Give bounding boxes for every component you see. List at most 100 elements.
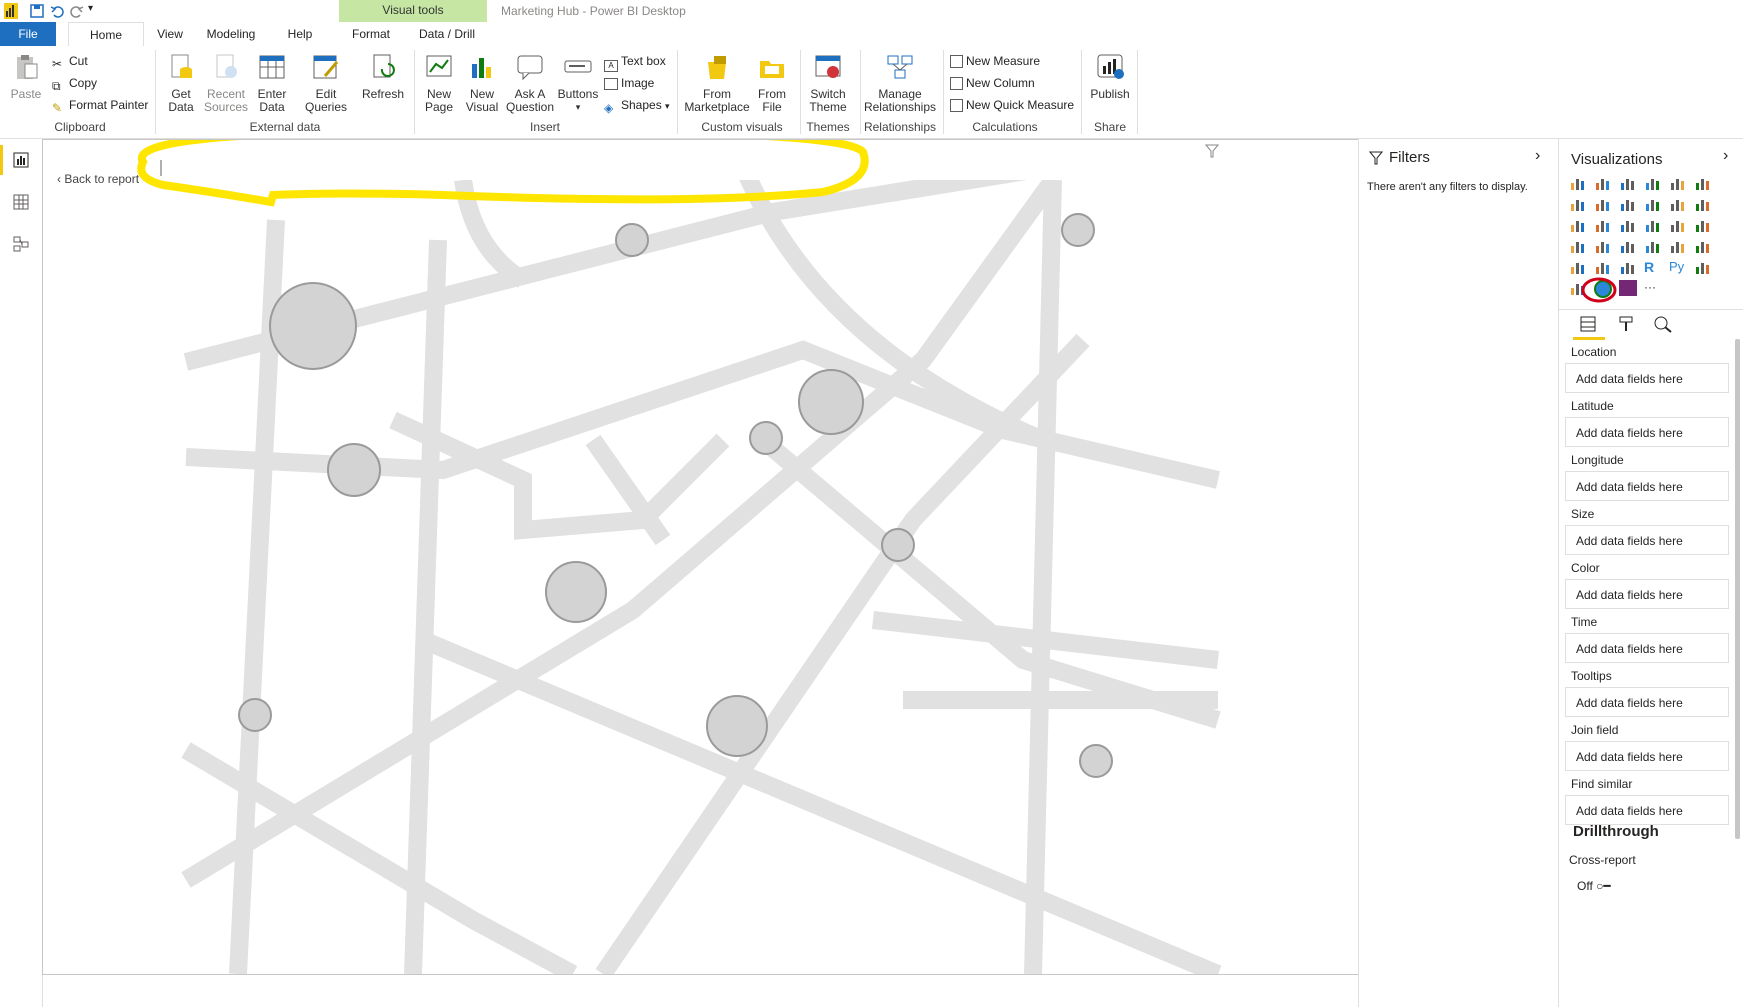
switch-theme-button[interactable]: Switch Theme [804,52,852,114]
matrix-icon[interactable] [1619,259,1637,275]
stacked-area-chart-icon[interactable] [1619,196,1637,212]
collapse-visualizations-icon[interactable]: › [1723,147,1728,165]
enter-data-button[interactable]: Enter Data [252,52,292,114]
new-page-button[interactable]: New Page [418,52,460,114]
buttons-button[interactable]: Buttons ▾ [556,52,600,114]
clustered-column-chart-icon[interactable] [1644,175,1662,191]
edit-label-2: Queries [304,100,348,114]
key-influencers-icon[interactable] [1694,259,1712,275]
refresh-label: Refresh [361,87,405,101]
new-column-label: New Column [966,76,1035,90]
paste-button[interactable]: Paste [6,52,46,101]
cut-button[interactable]: ✂ Cut [52,54,88,71]
tab-home[interactable]: Home [68,22,144,48]
redo-icon[interactable] [70,4,84,18]
tab-file[interactable]: File [0,22,56,46]
filter-funnel-icon[interactable] [1205,144,1219,158]
tab-modeling[interactable]: Modeling [195,22,267,46]
refresh-button[interactable]: Refresh [360,52,406,101]
field-drop-zone[interactable]: Add data fields here [1565,579,1729,609]
map-bubble [1079,744,1113,778]
field-drop-zone[interactable]: Add data fields here [1565,687,1729,717]
quick-access-dropdown-icon[interactable]: ▾ [88,3,93,14]
cross-report-toggle[interactable]: Off ○━ [1577,879,1611,893]
r-visual-icon[interactable]: R [1644,259,1662,275]
100-column-chart-icon[interactable] [1694,175,1712,191]
tab-format[interactable]: Format [339,22,403,46]
map-placeholder[interactable] [43,140,1358,974]
pie-chart-icon[interactable] [1644,217,1662,233]
pane-scrollbar[interactable] [1735,339,1740,839]
back-to-report-button[interactable]: ‹ Back to report [57,172,139,186]
undo-icon[interactable] [50,4,64,18]
field-drop-zone[interactable]: Add data fields here [1565,633,1729,663]
line-column-chart-icon[interactable] [1644,196,1662,212]
new-measure-button[interactable]: New Measure [950,54,1040,68]
copy-label: Copy [69,76,98,90]
from-file-button[interactable]: From File [752,52,792,114]
collapse-filters-icon[interactable]: › [1535,147,1540,165]
stacked-bar-chart-icon[interactable] [1569,175,1587,191]
data-view-icon[interactable] [13,194,29,210]
map-icon[interactable] [1569,238,1587,254]
area-chart-icon[interactable] [1594,196,1612,212]
card-icon[interactable] [1644,238,1662,254]
tab-data-drill[interactable]: Data / Drill [410,22,484,46]
kpi-icon[interactable] [1694,238,1712,254]
clustered-bar-chart-icon[interactable] [1619,175,1637,191]
get-data-button[interactable]: Get Data [160,52,202,114]
filled-map-icon[interactable] [1594,238,1612,254]
field-drop-zone[interactable]: Add data fields here [1565,471,1729,501]
field-drop-zone[interactable]: Add data fields here [1565,741,1729,771]
report-view-icon[interactable] [13,152,29,168]
copy-button[interactable]: ⧉ Copy [52,76,97,93]
recent-label-2: Sources [203,100,249,114]
stacked-column-chart-icon[interactable] [1594,175,1612,191]
table-visual-icon[interactable] [1594,259,1612,275]
power-apps-icon[interactable] [1619,280,1637,296]
refresh-icon [373,54,395,78]
tab-help[interactable]: Help [275,22,325,46]
line-clustered-column-icon[interactable] [1669,196,1687,212]
manage-relationships-button[interactable]: Manage Relationships [862,52,938,114]
multi-row-card-icon[interactable] [1669,238,1687,254]
field-drop-zone[interactable]: Add data fields here [1565,417,1729,447]
new-quick-measure-button[interactable]: New Quick Measure [950,98,1074,112]
shapes-button[interactable]: ◈ Shapes ▾ [604,98,670,115]
from-marketplace-button[interactable]: From Marketplace [684,52,750,114]
python-visual-icon[interactable]: Py [1669,259,1687,275]
new-visual-button[interactable]: New Visual [462,52,502,114]
edit-queries-button[interactable]: Edit Queries [300,52,352,114]
gauge-icon[interactable] [1619,238,1637,254]
treemap-icon[interactable] [1694,217,1712,233]
publish-button[interactable]: Publish [1088,52,1132,101]
field-drop-zone[interactable]: Add data fields here [1565,363,1729,393]
fields-well-icon[interactable] [1579,315,1597,333]
new-column-button[interactable]: New Column [950,76,1035,90]
format-paint-roller-icon[interactable] [1617,315,1635,333]
line-chart-icon[interactable] [1569,196,1587,212]
column-icon [950,77,963,90]
ask-question-button[interactable]: Ask A Question [504,52,556,114]
field-drop-zone[interactable]: Add data fields here [1565,795,1729,825]
tab-view[interactable]: View [145,22,195,46]
save-icon[interactable] [30,4,44,18]
image-button[interactable]: Image [604,76,654,90]
analytics-magnifier-icon[interactable] [1653,315,1673,333]
ribbon-chart-icon[interactable] [1694,196,1712,212]
format-painter-button[interactable]: ✎ Format Painter [52,98,148,115]
field-well-label: Join field [1571,723,1619,737]
field-drop-zone[interactable]: Add data fields here [1565,525,1729,555]
100-bar-chart-icon[interactable] [1669,175,1687,191]
more-visuals-icon[interactable]: ··· [1644,280,1662,296]
group-custom-visuals: Custom visuals [701,120,783,134]
funnel-chart-icon[interactable] [1594,217,1612,233]
recent-sources-button[interactable]: Recent Sources [203,52,249,114]
waterfall-chart-icon[interactable] [1569,217,1587,233]
model-view-icon[interactable] [13,236,29,252]
scatter-chart-icon[interactable] [1619,217,1637,233]
report-canvas[interactable]: ‹ Back to report [42,139,1359,975]
text-box-button[interactable]: A Text box [604,54,666,72]
slicer-icon[interactable] [1569,259,1587,275]
donut-chart-icon[interactable] [1669,217,1687,233]
